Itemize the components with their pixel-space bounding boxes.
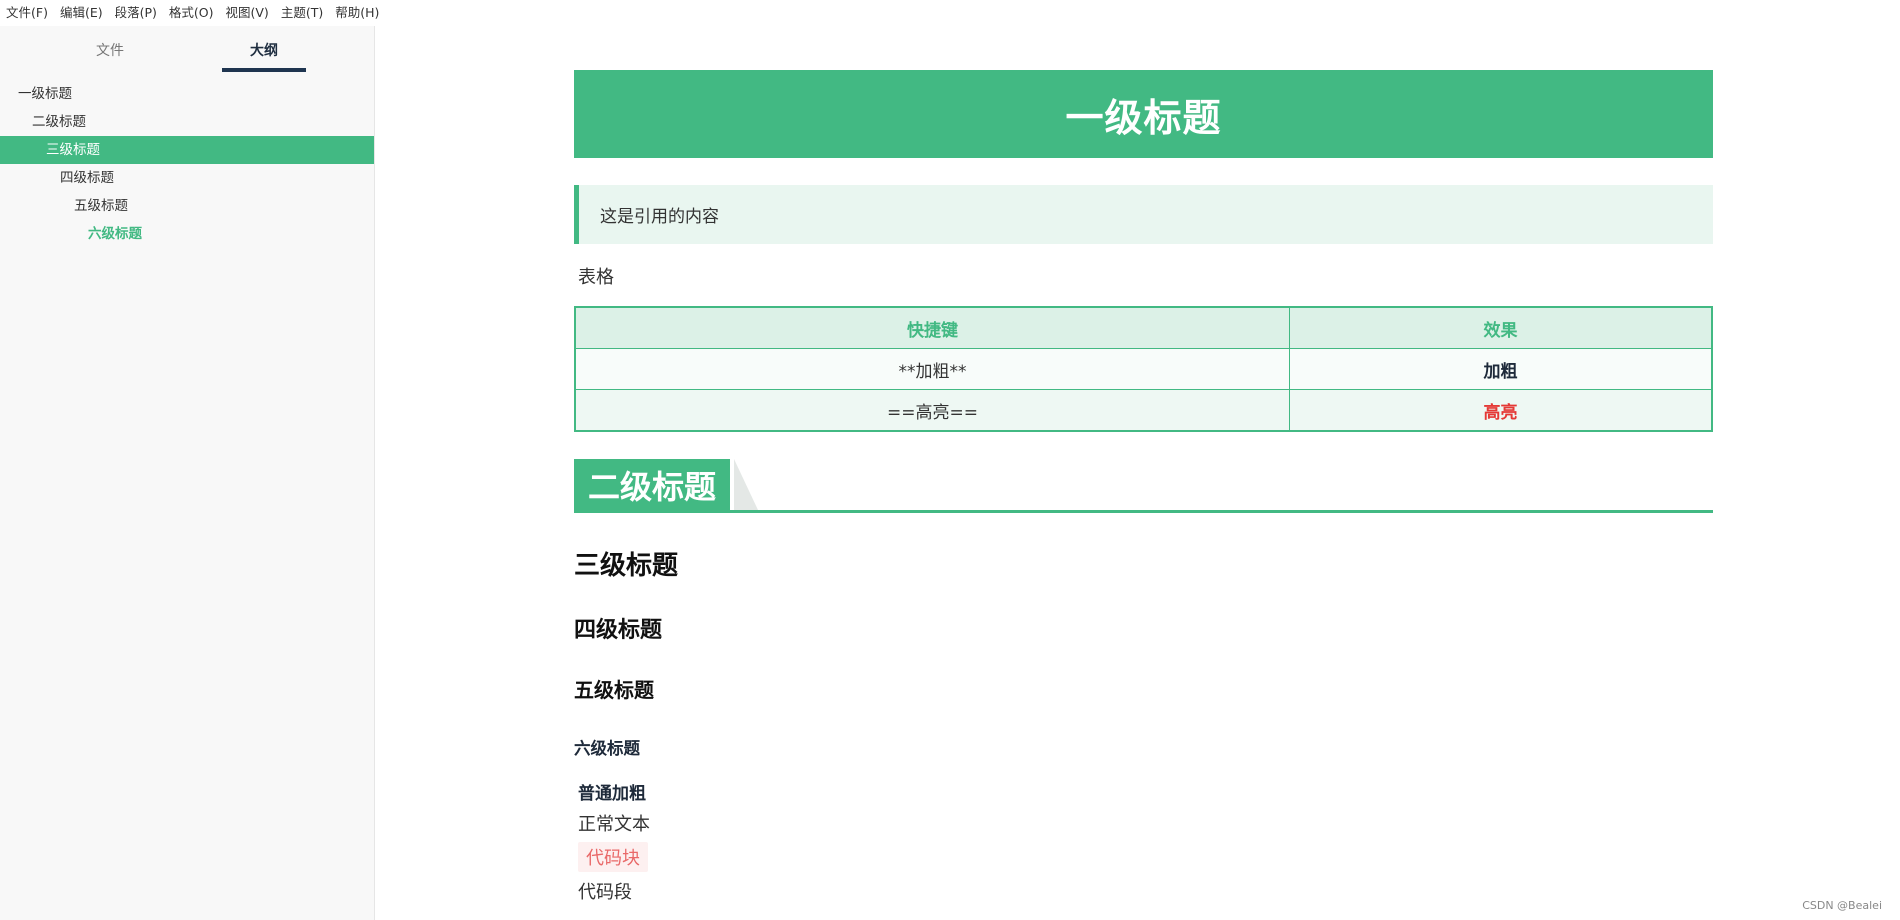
- outline-item-h3[interactable]: 三级标题: [0, 136, 374, 164]
- outline-item-h1[interactable]: 一级标题: [0, 80, 374, 108]
- normal-text[interactable]: 正常文本: [574, 810, 1713, 836]
- menu-bar: 文件(F) 编辑(E) 段落(P) 格式(O) 视图(V) 主题(T) 帮助(H…: [0, 0, 1900, 26]
- menu-format[interactable]: 格式(O): [163, 0, 220, 26]
- outline-item-h4[interactable]: 四级标题: [0, 164, 374, 192]
- editor-content[interactable]: 一级标题 这是引用的内容 表格 快捷键 效果 **加粗** 加粗 ==高亮== …: [574, 70, 1713, 904]
- active-tab-indicator: [222, 68, 306, 72]
- tab-files[interactable]: 文件: [96, 40, 124, 60]
- table-cell[interactable]: 加粗: [1289, 348, 1713, 390]
- blockquote-text: 这是引用的内容: [600, 207, 719, 227]
- heading-2[interactable]: 二级标题: [574, 459, 1713, 513]
- outline-item-h5[interactable]: 五级标题: [0, 192, 374, 220]
- menu-help[interactable]: 帮助(H): [329, 0, 385, 26]
- table-cell[interactable]: 高亮: [1289, 389, 1713, 432]
- heading-6[interactable]: 六级标题: [574, 735, 1713, 759]
- table-row: ==高亮== 高亮: [574, 389, 1713, 432]
- menu-edit[interactable]: 编辑(E): [54, 0, 109, 26]
- shortcut-table[interactable]: 快捷键 效果 **加粗** 加粗 ==高亮== 高亮: [574, 306, 1713, 432]
- heading-2-underline: [574, 510, 1713, 513]
- menu-paragraph[interactable]: 段落(P): [109, 0, 163, 26]
- heading-5[interactable]: 五级标题: [574, 674, 1713, 703]
- inline-code[interactable]: 代码块: [578, 842, 648, 872]
- heading-2-fold-decoration: [734, 459, 758, 510]
- menu-view[interactable]: 视图(V): [220, 0, 275, 26]
- menu-file[interactable]: 文件(F): [0, 0, 54, 26]
- heading-3[interactable]: 三级标题: [574, 545, 1713, 582]
- heading-2-badge: 二级标题: [574, 459, 731, 510]
- bold-text[interactable]: 普通加粗: [574, 779, 1713, 804]
- table-header-cell: 效果: [1289, 306, 1713, 349]
- watermark: CSDN @Bealei: [1802, 899, 1882, 912]
- outline-item-h6[interactable]: 六级标题: [0, 220, 374, 248]
- tab-outline[interactable]: 大纲: [250, 40, 278, 60]
- table-header-row: 快捷键 效果: [574, 306, 1713, 349]
- table-cell[interactable]: ==高亮==: [574, 389, 1290, 432]
- blockquote[interactable]: 这是引用的内容: [574, 185, 1713, 244]
- code-paragraph-label[interactable]: 代码段: [574, 878, 1713, 904]
- outline-list: 一级标题 二级标题 三级标题 四级标题 五级标题 六级标题: [0, 80, 374, 248]
- table-row: **加粗** 加粗: [574, 348, 1713, 390]
- table-header-cell: 快捷键: [574, 306, 1290, 349]
- table-cell[interactable]: **加粗**: [574, 348, 1290, 390]
- sidebar: 文件 大纲 一级标题 二级标题 三级标题 四级标题 五级标题 六级标题: [0, 26, 375, 920]
- heading-4[interactable]: 四级标题: [574, 612, 1713, 644]
- heading-1[interactable]: 一级标题: [574, 70, 1713, 158]
- sidebar-tabs: 文件 大纲: [0, 26, 374, 74]
- menu-theme[interactable]: 主题(T): [275, 0, 329, 26]
- outline-item-h2[interactable]: 二级标题: [0, 108, 374, 136]
- table-caption[interactable]: 表格: [574, 263, 1713, 289]
